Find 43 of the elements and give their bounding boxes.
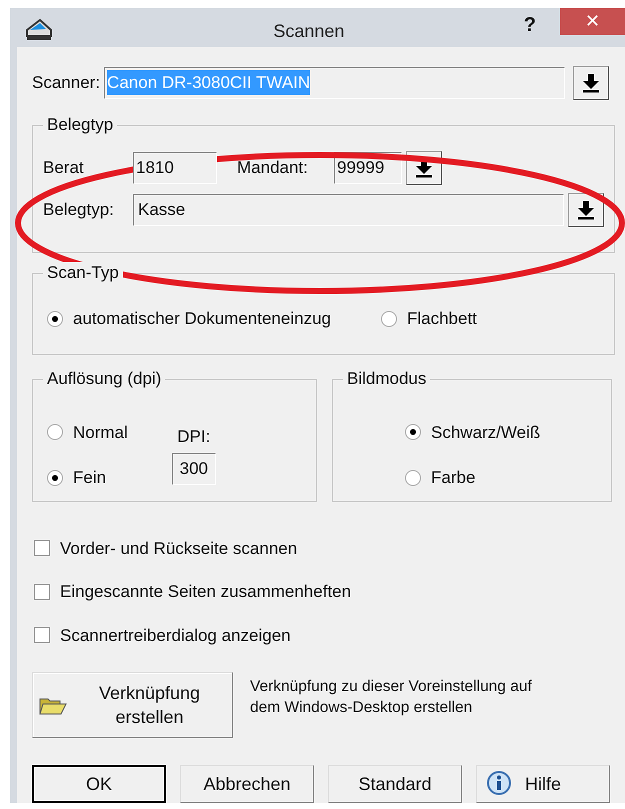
group-title: Scan-Typ xyxy=(43,262,123,284)
info-icon xyxy=(485,770,513,798)
radio-button[interactable] xyxy=(380,310,397,326)
radio-button[interactable] xyxy=(47,424,63,440)
window-title: Scannen xyxy=(273,20,344,43)
checkbox-label: Eingescannte Seiten zusammenheften xyxy=(60,581,352,603)
dropdown-button[interactable] xyxy=(568,192,604,226)
berater-field[interactable]: 1810 xyxy=(133,152,217,184)
radio-label: Schwarz/Weiß xyxy=(431,422,540,444)
radio-button[interactable] xyxy=(47,310,63,326)
mandant-field[interactable]: 99999 xyxy=(334,152,402,184)
dpi-field[interactable]: 300 xyxy=(172,453,216,485)
radio-label: Normal xyxy=(73,422,128,444)
scanner-icon xyxy=(24,16,54,42)
radio-button[interactable] xyxy=(47,470,63,486)
checkbox-label: Vorder- und Rückseite scannen xyxy=(60,538,298,560)
scanner-label: Scanner: xyxy=(32,72,100,94)
checkbox-label: Scannertreiberdialog anzeigen xyxy=(60,624,291,646)
dialog-button[interactable]: Standard xyxy=(328,765,462,803)
radio-label: automatischer Dokumenteneinzug xyxy=(73,308,331,330)
help-button[interactable]: Hilfe xyxy=(476,765,610,803)
belegtyp-label: Belegtyp: xyxy=(43,198,115,221)
radio-button[interactable] xyxy=(405,470,421,486)
radio-label: Fein xyxy=(73,467,106,489)
belegtyp-combobox[interactable]: Kasse xyxy=(133,194,564,226)
dropdown-button[interactable] xyxy=(573,66,609,100)
radio-button[interactable] xyxy=(405,424,421,440)
radio-label: Farbe xyxy=(431,467,476,489)
create-shortcut-button[interactable]: Verknüpfung erstellen xyxy=(32,672,233,738)
dialog-button[interactable]: Abbrechen xyxy=(180,765,314,803)
berater-label: Berat xyxy=(43,156,85,179)
checkbox[interactable] xyxy=(34,540,50,556)
down-arrow-icon xyxy=(577,200,595,220)
radio-label: Flachbett xyxy=(406,308,477,330)
mandant-label: Mandant: xyxy=(237,156,309,179)
shortcut-description: Verknüpfung zu dieser Voreinstellung auf dem Windows-Desktop erstellen xyxy=(250,677,533,718)
help-button[interactable]: ? xyxy=(524,10,536,40)
down-arrow-icon xyxy=(582,72,600,92)
checkbox[interactable] xyxy=(34,627,50,644)
checkbox[interactable] xyxy=(34,584,50,600)
close-button[interactable]: ✕ xyxy=(560,8,625,35)
ok-button[interactable]: OK xyxy=(32,765,166,803)
dpi-label: DPI: xyxy=(177,426,210,448)
